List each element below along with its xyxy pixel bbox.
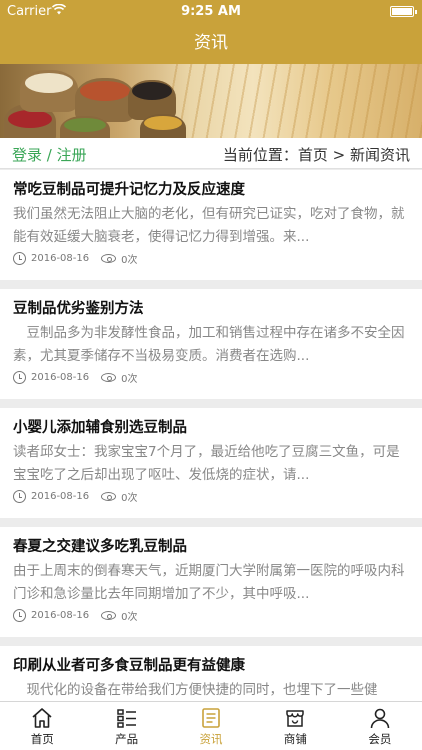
tab-home[interactable]: 首页 — [0, 702, 84, 750]
news-views: 0次 — [121, 374, 138, 385]
news-summary: 现代化的设备在带给我们方便快捷的同时，也埋下了一些健 — [13, 682, 378, 698]
battery-icon — [390, 6, 417, 17]
news-views: 0次 — [121, 493, 138, 504]
eye-icon — [101, 611, 117, 620]
news-summary: 读者邱女士：我家宝宝7个月了，最近给他吃了豆腐三文鱼，可是宝宝吃了之后却出现了呕… — [13, 444, 400, 483]
black-beans-decor — [132, 82, 172, 100]
soybeans-decor — [144, 116, 182, 130]
clock-icon — [13, 490, 26, 503]
clock-icon — [13, 371, 26, 384]
green-beans-decor — [64, 118, 106, 132]
news-views: 0次 — [121, 612, 138, 623]
tab-label: 产品 — [115, 732, 139, 746]
tab-member[interactable]: 会员 — [338, 702, 422, 750]
news-summary: 豆制品多为非发酵性食品，加工和销售过程中存在诸多不安全因素，尤其夏季储存不当极易… — [13, 325, 405, 364]
tab-label: 首页 — [30, 732, 54, 746]
news-meta: 2016-08-16 0次 — [13, 608, 138, 623]
eye-icon — [101, 492, 117, 501]
white-beans-decor — [25, 73, 73, 93]
news-title[interactable]: 常吃豆制品可提升记忆力及反应速度 — [13, 178, 245, 199]
news-date: 2016-08-16 — [31, 253, 90, 264]
login-register-link[interactable]: 登录 / 注册 — [12, 144, 87, 165]
tab-shop[interactable]: 商铺 — [253, 702, 337, 750]
clock-icon — [13, 609, 26, 622]
news-meta: 2016-08-16 0次 — [13, 370, 138, 385]
news-title[interactable]: 印刷从业者可多食豆制品更有益健康 — [13, 654, 245, 675]
news-date: 2016-08-16 — [31, 610, 90, 621]
tab-label: 会员 — [368, 732, 392, 746]
news-item[interactable]: 豆制品优劣鉴别方法 豆制品多为非发酵性食品，加工和销售过程中存在诸多不安全因素，… — [0, 289, 422, 399]
tab-label: 商铺 — [283, 732, 307, 746]
news-views: 0次 — [121, 255, 138, 266]
user-icon — [369, 707, 391, 729]
news-item[interactable]: 小婴儿添加辅食别选豆制品 读者邱女士：我家宝宝7个月了，最近给他吃了豆腐三文鱼，… — [0, 408, 422, 518]
list-icon — [116, 707, 138, 729]
news-title[interactable]: 小婴儿添加辅食别选豆制品 — [13, 416, 187, 437]
red-beans-decor — [8, 110, 52, 128]
news-summary: 我们虽然无法阻止大脑的老化，但有研究已证实，吃对了食物，就能有效延缓大脑衰老，使… — [13, 206, 405, 245]
news-meta: 2016-08-16 0次 — [13, 251, 138, 266]
home-icon — [31, 707, 53, 729]
breadcrumb: 当前位置：首页 > 新闻资讯 — [222, 146, 410, 164]
banner-image — [0, 64, 422, 138]
news-title[interactable]: 豆制品优劣鉴别方法 — [13, 297, 144, 318]
news-title[interactable]: 春夏之交建议多吃乳豆制品 — [13, 535, 187, 556]
clock-icon — [13, 252, 26, 265]
news-date: 2016-08-16 — [31, 491, 90, 502]
tab-news[interactable]: 资讯 — [169, 702, 253, 750]
news-meta: 2016-08-16 0次 — [13, 489, 138, 504]
news-summary: 由于上周末的倒春寒天气，近期厦门大学附属第一医院的呼吸内科门诊和急诊量比去年同期… — [13, 563, 405, 602]
kidney-beans-decor — [80, 81, 130, 101]
shop-icon — [284, 707, 306, 729]
status-bar: Carrier 9:25 AM — [0, 0, 422, 24]
eye-icon — [101, 254, 117, 263]
news-item[interactable]: 春夏之交建议多吃乳豆制品 由于上周末的倒春寒天气，近期厦门大学附属第一医院的呼吸… — [0, 527, 422, 637]
tab-label: 资讯 — [199, 732, 223, 746]
news-item[interactable]: 常吃豆制品可提升记忆力及反应速度 我们虽然无法阻止大脑的老化，但有研究已证实，吃… — [0, 170, 422, 280]
tab-bar: 首页 产品 资讯 商铺 会员 — [0, 701, 422, 750]
clock-time: 9:25 AM — [181, 4, 241, 19]
location-bar: 登录 / 注册 当前位置：首页 > 新闻资讯 — [0, 138, 422, 169]
news-icon — [200, 707, 222, 729]
page-title: 资讯 — [194, 33, 228, 53]
news-date: 2016-08-16 — [31, 372, 90, 383]
nav-bar: 资讯 — [0, 24, 422, 64]
eye-icon — [101, 373, 117, 382]
wheat-field-decor — [170, 64, 422, 138]
news-item[interactable]: 印刷从业者可多食豆制品更有益健康 现代化的设备在带给我们方便快捷的同时，也埋下了… — [0, 646, 422, 701]
tab-products[interactable]: 产品 — [84, 702, 168, 750]
